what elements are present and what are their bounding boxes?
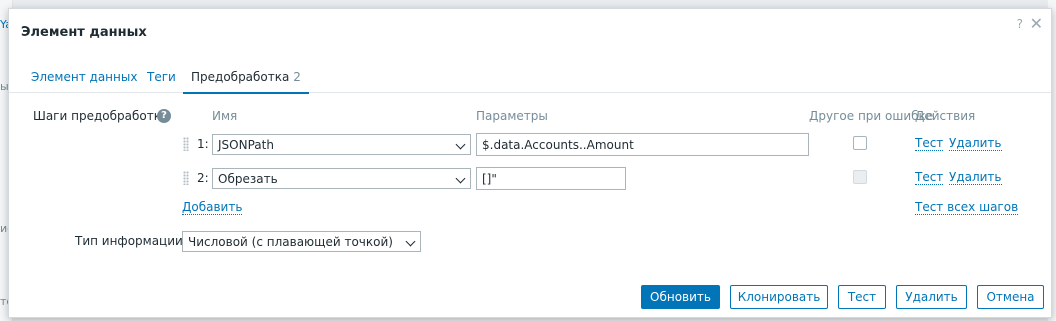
step-remove-link[interactable]: Удалить <box>949 137 1002 151</box>
step-param-input[interactable]: []" <box>476 167 626 190</box>
delete-button[interactable]: Удалить <box>896 285 967 309</box>
chevron-down-icon <box>405 236 416 247</box>
tab-count-badge: 2 <box>293 70 301 84</box>
column-params-header: Параметры <box>476 109 548 123</box>
tab-preprocessing[interactable]: Предобработка 2 <box>183 70 309 94</box>
update-button[interactable]: Обновить <box>641 285 720 309</box>
step-type-select[interactable]: Обрезать <box>212 168 471 189</box>
info-type-value: Числовой (с плавающей точкой) <box>188 235 393 249</box>
test-button[interactable]: Тест <box>838 285 886 309</box>
preprocessing-form: Шаги предобработки ? Имя Параметры Друго… <box>9 93 1051 317</box>
clone-button[interactable]: Клонировать <box>730 285 828 309</box>
column-actions-header: Действия <box>915 109 976 123</box>
custom-on-fail-checkbox <box>853 170 867 184</box>
info-type-select[interactable]: Числовой (с плавающей точкой) <box>182 231 421 252</box>
cancel-button[interactable]: Отмена <box>977 285 1044 309</box>
step-remove-link[interactable]: Удалить <box>949 171 1002 185</box>
column-name-header: Имя <box>212 109 238 123</box>
help-icon[interactable]: ? <box>157 109 171 123</box>
step-number: 1: <box>197 137 209 151</box>
dialog-title: Элемент данных <box>21 25 147 40</box>
help-icon[interactable]: ? <box>1017 17 1023 31</box>
step-test-link[interactable]: Тест <box>915 171 944 185</box>
step-number: 2: <box>197 171 209 185</box>
chevron-down-icon <box>455 173 466 184</box>
preprocessing-steps-label: Шаги предобработки <box>33 109 169 123</box>
drag-handle-icon[interactable] <box>183 137 189 151</box>
info-type-label: Тип информации <box>75 234 183 248</box>
chevron-down-icon <box>455 139 466 150</box>
step-param-input[interactable]: $.data.Accounts..Amount <box>476 133 809 156</box>
step-type-select[interactable]: JSONPath <box>212 134 471 155</box>
item-dialog: Элемент данных ? ✕ Элемент данных Теги П… <box>8 8 1052 318</box>
step-test-link[interactable]: Тест <box>915 137 944 151</box>
step-type-value: Обрезать <box>218 172 278 186</box>
test-all-steps-link[interactable]: Тест всех шагов <box>915 201 1019 215</box>
tab-bar: Элемент данных Теги Предобработка 2 <box>9 64 1051 94</box>
tab-label: Предобработка <box>191 70 290 84</box>
custom-on-fail-checkbox[interactable] <box>853 136 867 150</box>
tab-item[interactable]: Элемент данных <box>31 70 137 84</box>
step-type-value: JSONPath <box>218 138 274 152</box>
drag-handle-icon[interactable] <box>183 171 189 185</box>
close-icon[interactable]: ✕ <box>1030 14 1043 33</box>
add-step-link[interactable]: Добавить <box>182 201 243 215</box>
tab-tags[interactable]: Теги <box>147 70 176 84</box>
